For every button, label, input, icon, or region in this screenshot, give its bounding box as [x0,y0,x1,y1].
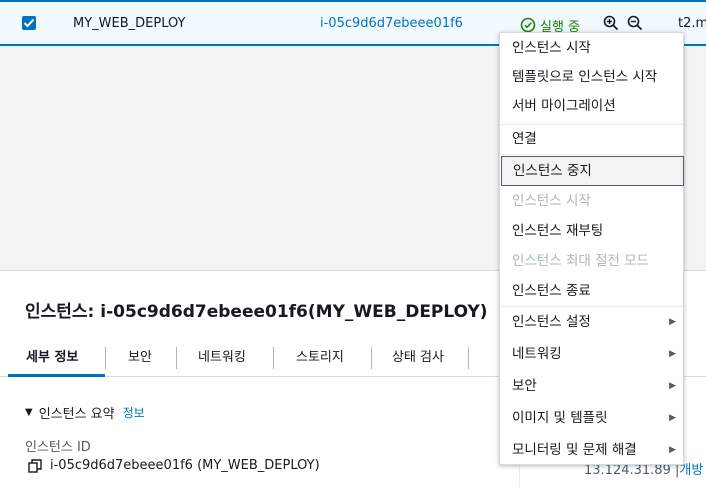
menu-separator [500,154,683,155]
tab-networking[interactable]: 네트워킹 [198,346,246,365]
menu-item-label: 네트워킹 [512,346,562,362]
check-circle-icon [520,17,536,33]
section-header[interactable]: ▼ 인스턴스 요약 정보 [25,403,145,422]
triangle-right-icon: ▶ [669,317,676,327]
menu-item-image-templates[interactable]: 이미지 및 템플릿 ▶ [500,403,683,433]
tab-status-checks[interactable]: 상태 검사 [392,346,444,365]
tab-security[interactable]: 보안 [128,346,152,365]
menu-item-launch[interactable]: 인스턴스 시작 [500,33,683,63]
triangle-right-icon: ▶ [669,445,676,455]
public-ip-value: 13.124.31.89 [584,463,671,478]
menu-item-hibernate: 인스턴스 최대 절전 모드 [512,253,650,269]
menu-item-terminate[interactable]: 인스턴스 종료 [500,276,683,306]
triangle-right-icon: ▶ [669,349,676,359]
menu-item-label: 이미지 및 템플릿 [512,410,608,426]
caret-down-icon[interactable]: ▼ [25,407,33,418]
instance-id-value: i-05c9d6d7ebeee01f6 (MY_WEB_DEPLOY) [50,458,320,473]
tab-separator [468,347,469,369]
menu-item-security[interactable]: 보안 ▶ [500,371,683,401]
tab-separator [371,347,372,369]
ec2-console: MY_WEB_DEPLOY i-05c9d6d7ebeee01f6 실행 중 t… [0,0,706,487]
menu-item-stop[interactable]: 인스턴스 중지 [501,156,684,186]
menu-item-launch-template[interactable]: 템플릿으로 인스턴스 시작 [500,62,683,92]
menu-item-reboot[interactable]: 인스턴스 재부팅 [500,216,683,246]
tab-storage[interactable]: 스토리지 [296,346,344,365]
tab-separator [176,347,177,369]
tab-details[interactable]: 세부 정보 [26,346,78,365]
field-value-instance-id: i-05c9d6d7ebeee01f6 (MY_WEB_DEPLOY) [28,458,320,473]
copy-icon[interactable] [28,458,42,473]
triangle-right-icon: ▶ [669,381,676,391]
menu-item-label: 인스턴스 설정 [512,314,591,330]
tab-separator [105,347,106,369]
menu-item-label: 모니터링 및 문제 해결 [512,442,637,458]
menu-item-networking[interactable]: 네트워킹 ▶ [500,339,683,369]
menu-item-connect[interactable]: 연결 [500,124,683,154]
instance-id-link[interactable]: i-05c9d6d7ebeee01f6 [320,16,463,31]
zoom-out-icon[interactable] [627,15,643,31]
checkbox-checked-icon[interactable] [22,16,36,30]
info-link[interactable]: 정보 [123,404,145,421]
instance-type: t2.m [678,16,706,31]
active-tab-indicator [8,374,105,377]
menu-item-migrate[interactable]: 서버 마이그레이션 [500,91,683,121]
zoom-in-icon[interactable] [603,15,619,31]
triangle-right-icon: ▶ [669,413,676,423]
instance-state-menu: 인스턴스 시작 템플릿으로 인스턴스 시작 서버 마이그레이션 연결 인스턴스 … [499,32,684,465]
panel-title: 인스턴스: i-05c9d6d7ebeee01f6(MY_WEB_DEPLOY) [25,302,488,322]
menu-item-monitoring[interactable]: 모니터링 및 문제 해결 ▶ [500,435,683,465]
section-title: 인스턴스 요약 [38,407,115,422]
menu-item-start: 인스턴스 시작 [512,193,591,209]
menu-item-label: 보안 [512,378,537,394]
field-label-instance-id: 인스턴스 ID [25,440,91,455]
instance-name: MY_WEB_DEPLOY [73,16,186,31]
open-address-link[interactable]: 개방 [679,463,703,478]
menu-item-instance-settings[interactable]: 인스턴스 설정 ▶ [500,307,683,337]
tab-separator [273,347,274,369]
